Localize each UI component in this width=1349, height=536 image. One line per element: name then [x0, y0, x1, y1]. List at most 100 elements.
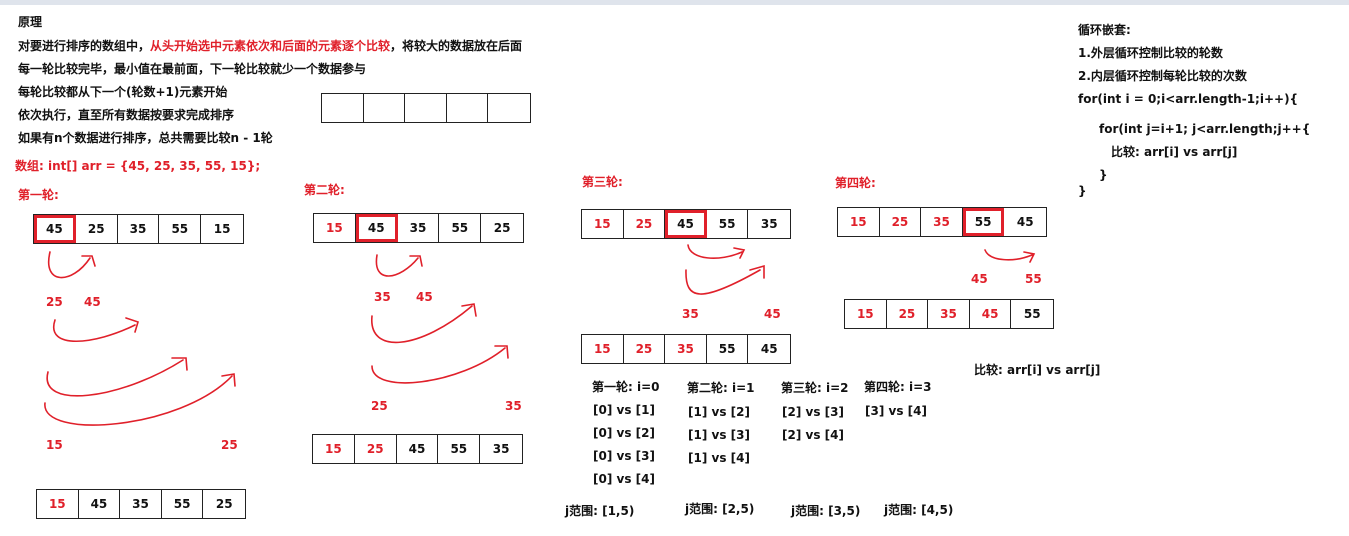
- round-4-label: 55: [1025, 272, 1042, 286]
- round-1-label: 15: [46, 438, 63, 452]
- loop-inner-note: 2.内层循环控制每轮比较的次数: [1078, 69, 1247, 83]
- arrow-curve: [44, 373, 236, 426]
- array-cell: 25: [215, 497, 233, 511]
- array-cell-sorted: 15: [582, 335, 624, 363]
- j-range: j范围: [2,5): [685, 502, 755, 516]
- array-cell: 35: [492, 442, 510, 456]
- compare-header: 第一轮: i=0: [592, 380, 660, 394]
- compare-note: 比较: arr[i] vs arr[j]: [974, 363, 1101, 377]
- array-cell: 45: [1016, 215, 1034, 229]
- round-2-label: 35: [505, 399, 522, 413]
- round-3-title: 第三轮:: [582, 175, 623, 189]
- compare-item: [0] vs [1]: [593, 403, 655, 417]
- array-cell-sorted: 25: [887, 300, 929, 328]
- array-cell-sorted: 15: [582, 210, 624, 238]
- round-3-result-array: 15 25 35 55 45: [581, 334, 791, 364]
- array-cell: [405, 94, 447, 122]
- code-compare: 比较: arr[i] vs arr[j]: [1111, 145, 1238, 159]
- code-outer-close: }: [1078, 184, 1087, 198]
- empty-array-diagram: [321, 93, 531, 123]
- top-bar: [0, 0, 1349, 5]
- round-4-title: 第四轮:: [835, 176, 876, 190]
- arrow-curve: [371, 303, 477, 344]
- code-outer-for: for(int i = 0;i<arr.length-1;i++){: [1078, 92, 1299, 106]
- array-cell: 35: [118, 215, 160, 243]
- round-2-label: 35: [374, 290, 391, 304]
- round-3-initial-array: 15 25 45 55 35: [581, 209, 791, 239]
- arrow-curve: [46, 357, 188, 397]
- array-cell: 15: [213, 222, 231, 236]
- array-cell: 35: [398, 214, 440, 242]
- loop-outer-note: 1.外层循环控制比较的轮数: [1078, 46, 1223, 60]
- array-cell-selected: 45: [665, 210, 707, 238]
- array-cell: 35: [120, 490, 162, 518]
- array-cell: [488, 94, 530, 122]
- array-cell: 55: [159, 215, 202, 243]
- principle-highlight: 从头开始选中元素依次和后面的元素逐个比较: [150, 39, 391, 53]
- code-inner-close: }: [1099, 168, 1108, 182]
- arrow-curve: [984, 249, 1036, 263]
- arrow-curve: [47, 251, 96, 279]
- compare-item: [0] vs [3]: [593, 449, 655, 463]
- principle-line-3: 每轮比较都从下一个(轮数+1)元素开始: [18, 85, 228, 99]
- j-range: j范围: [3,5): [791, 504, 861, 518]
- array-cell-sorted: 25: [624, 335, 666, 363]
- array-cell: 45: [79, 490, 121, 518]
- array-cell: 55: [1023, 307, 1041, 321]
- round-1-title: 第一轮:: [18, 188, 59, 202]
- arrow-curve: [375, 254, 423, 277]
- compare-item: [1] vs [4]: [688, 451, 750, 465]
- arrow-curve: [52, 317, 139, 343]
- compare-header: 第二轮: i=1: [687, 381, 755, 395]
- array-cell-sorted: 25: [624, 210, 666, 238]
- array-cell: 45: [760, 342, 778, 356]
- compare-item: [1] vs [2]: [688, 405, 750, 419]
- array-cell: [364, 94, 406, 122]
- compare-item: [0] vs [2]: [593, 426, 655, 440]
- j-range: j范围: [1,5): [565, 504, 635, 518]
- principle-line-5: 如果有n个数据进行排序，总共需要比较n - 1轮: [18, 131, 273, 145]
- array-cell-sorted: 35: [928, 300, 970, 328]
- array-cell: 55: [162, 490, 204, 518]
- round-1-label: 45: [84, 295, 101, 309]
- round-1-label: 25: [46, 295, 63, 309]
- principle-line-2: 每一轮比较完毕，最小值在最前面，下一轮比较就少一个数据参与: [18, 62, 367, 76]
- array-cell: 25: [493, 221, 511, 235]
- round-4-initial-array: 15 25 35 55 45: [837, 207, 1047, 237]
- array-cell-sorted: 25: [880, 208, 922, 236]
- round-3-label: 35: [682, 307, 699, 321]
- array-declaration: 数组: int[] arr = {45, 25, 35, 55, 15};: [15, 159, 261, 173]
- compare-item: [1] vs [3]: [688, 428, 750, 442]
- array-cell-sorted: 35: [665, 335, 707, 363]
- compare-item: [2] vs [4]: [782, 428, 844, 442]
- code-inner-for: for(int j=i+1; j<arr.length;j++{: [1099, 122, 1311, 136]
- compare-item: [2] vs [3]: [782, 405, 844, 419]
- round-2-title: 第二轮:: [304, 183, 345, 197]
- compare-header: 第四轮: i=3: [864, 380, 932, 394]
- arrow-curve: [687, 244, 746, 259]
- array-cell: 55: [707, 210, 749, 238]
- array-cell: 35: [760, 217, 778, 231]
- array-cell-selected: 45: [34, 215, 76, 243]
- compare-item: [0] vs [4]: [593, 472, 655, 486]
- array-cell: 45: [397, 435, 439, 463]
- round-1-initial-array: 45 25 35 55 15: [33, 214, 244, 244]
- array-cell-sorted: 15: [845, 300, 887, 328]
- arrow-curve: [371, 345, 509, 384]
- j-range: j范围: [4,5): [884, 503, 954, 517]
- round-2-initial-array: 15 45 35 55 25: [313, 213, 524, 243]
- array-cell-sorted: 15: [314, 214, 356, 242]
- round-1-result-array: 15 45 35 55 25: [36, 489, 246, 519]
- round-1-label: 25: [221, 438, 238, 452]
- array-cell-selected: 45: [355, 214, 398, 242]
- compare-header: 第三轮: i=2: [781, 381, 849, 395]
- array-cell-sorted: 15: [313, 435, 355, 463]
- array-cell: 25: [76, 215, 118, 243]
- round-2-label: 25: [371, 399, 388, 413]
- array-cell: 55: [707, 335, 749, 363]
- principle-title: 原理: [18, 15, 43, 29]
- array-cell-sorted: 35: [921, 208, 963, 236]
- principle-line-4: 依次执行，直至所有数据按要求完成排序: [18, 108, 235, 122]
- array-cell: 55: [438, 435, 481, 463]
- round-2-label: 45: [416, 290, 433, 304]
